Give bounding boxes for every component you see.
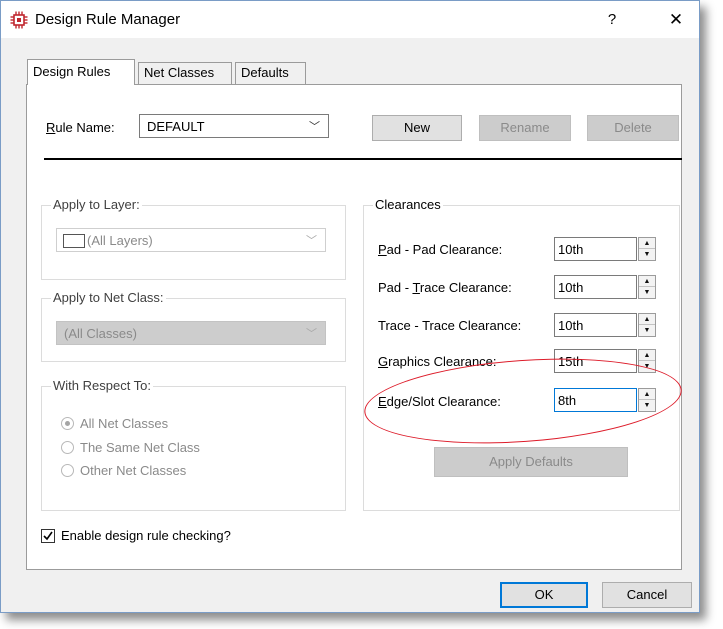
apply-to-net-class-title: Apply to Net Class: — [51, 290, 166, 305]
radio-same-net-class[interactable] — [61, 441, 74, 454]
enable-drc-checkbox[interactable] — [41, 529, 55, 543]
apply-to-layer-title: Apply to Layer: — [51, 197, 142, 212]
spin-down-icon[interactable]: ▼ — [639, 400, 655, 411]
graphics-clearance-value: 15th — [558, 354, 584, 369]
close-button[interactable]: ✕ — [661, 9, 691, 31]
chevron-down-icon: ﹀ — [309, 121, 320, 133]
chevron-down-icon: ﹀ — [306, 235, 317, 247]
radio-other-net-classes[interactable] — [61, 464, 74, 477]
ok-button[interactable]: OK — [500, 582, 588, 608]
trace-trace-clearance-field[interactable]: 10th — [554, 313, 637, 337]
pad-pad-clearance-field[interactable]: 10th — [554, 237, 637, 261]
rule-name-label: Rule Name: — [46, 120, 115, 135]
pad-trace-clearance-field[interactable]: 10th — [554, 275, 637, 299]
spin-up-icon[interactable]: ▲ — [639, 276, 655, 287]
rename-button[interactable]: Rename — [479, 115, 571, 141]
spin-down-icon[interactable]: ▼ — [639, 325, 655, 336]
edge-slot-clearance-label: Edge/Slot Clearance: — [378, 394, 501, 409]
new-button[interactable]: New — [372, 115, 462, 141]
radio-all-net-classes[interactable] — [61, 417, 74, 430]
checkmark-icon — [43, 531, 53, 541]
clearances-title: Clearances — [373, 197, 443, 212]
net-class-value: (All Classes) — [64, 326, 137, 341]
window-title: Design Rule Manager — [35, 11, 181, 28]
spin-down-icon[interactable]: ▼ — [639, 249, 655, 260]
design-rule-manager-dialog: Design Rule Manager ? ✕ Design Rules Net… — [0, 0, 700, 613]
radio-label-other-net-classes: Other Net Classes — [80, 463, 187, 478]
radio-label-all-net-classes: All Net Classes — [80, 416, 169, 431]
graphics-clearance-spinner[interactable]: ▲ ▼ — [638, 349, 656, 373]
cancel-button[interactable]: Cancel — [602, 582, 692, 608]
graphics-clearance-label: Graphics Clearance: — [378, 354, 497, 369]
spin-down-icon[interactable]: ▼ — [639, 361, 655, 372]
layer-combo[interactable]: (All Layers) ﹀ — [56, 228, 326, 252]
layer-color-swatch — [63, 234, 85, 248]
pad-trace-clearance-label: Pad - Trace Clearance: — [378, 280, 512, 295]
pad-pad-clearance-spinner[interactable]: ▲ ▼ — [638, 237, 656, 261]
tab-defaults[interactable]: Defaults — [235, 62, 306, 84]
spin-up-icon[interactable]: ▲ — [639, 389, 655, 400]
radio-label-same-net-class: The Same Net Class — [80, 440, 200, 455]
title-bar: Design Rule Manager ? ✕ — [1, 1, 699, 38]
rule-name-value: DEFAULT — [147, 119, 205, 134]
spin-down-icon[interactable]: ▼ — [639, 287, 655, 298]
rule-name-combo[interactable]: DEFAULT ﹀ — [139, 114, 329, 138]
help-button[interactable]: ? — [597, 9, 627, 31]
enable-drc-label: Enable design rule checking? — [61, 528, 231, 543]
edge-slot-clearance-field[interactable]: 8th — [554, 388, 637, 412]
apply-defaults-button[interactable]: Apply Defaults — [434, 447, 628, 477]
chip-icon — [10, 11, 28, 29]
layer-value: (All Layers) — [87, 233, 153, 248]
trace-trace-clearance-label: Trace - Trace Clearance: — [378, 318, 522, 333]
separator-line — [44, 158, 682, 160]
tab-design-rules[interactable]: Design Rules — [27, 59, 135, 85]
tab-net-classes[interactable]: Net Classes — [138, 62, 232, 84]
chevron-down-icon: ﹀ — [306, 328, 317, 340]
pad-trace-clearance-spinner[interactable]: ▲ ▼ — [638, 275, 656, 299]
spin-up-icon[interactable]: ▲ — [639, 238, 655, 249]
edge-slot-clearance-spinner[interactable]: ▲ ▼ — [638, 388, 656, 412]
net-class-combo[interactable]: (All Classes) ﹀ — [56, 321, 326, 345]
spin-up-icon[interactable]: ▲ — [639, 350, 655, 361]
spin-up-icon[interactable]: ▲ — [639, 314, 655, 325]
trace-trace-clearance-value: 10th — [558, 318, 584, 333]
pad-pad-clearance-value: 10th — [558, 242, 584, 257]
with-respect-to-title: With Respect To: — [51, 378, 154, 393]
pad-pad-clearance-label: Pad - Pad Clearance: — [378, 242, 503, 257]
delete-button[interactable]: Delete — [587, 115, 679, 141]
edge-slot-clearance-value: 8th — [558, 393, 577, 408]
pad-trace-clearance-value: 10th — [558, 280, 584, 295]
graphics-clearance-field[interactable]: 15th — [554, 349, 637, 373]
trace-trace-clearance-spinner[interactable]: ▲ ▼ — [638, 313, 656, 337]
